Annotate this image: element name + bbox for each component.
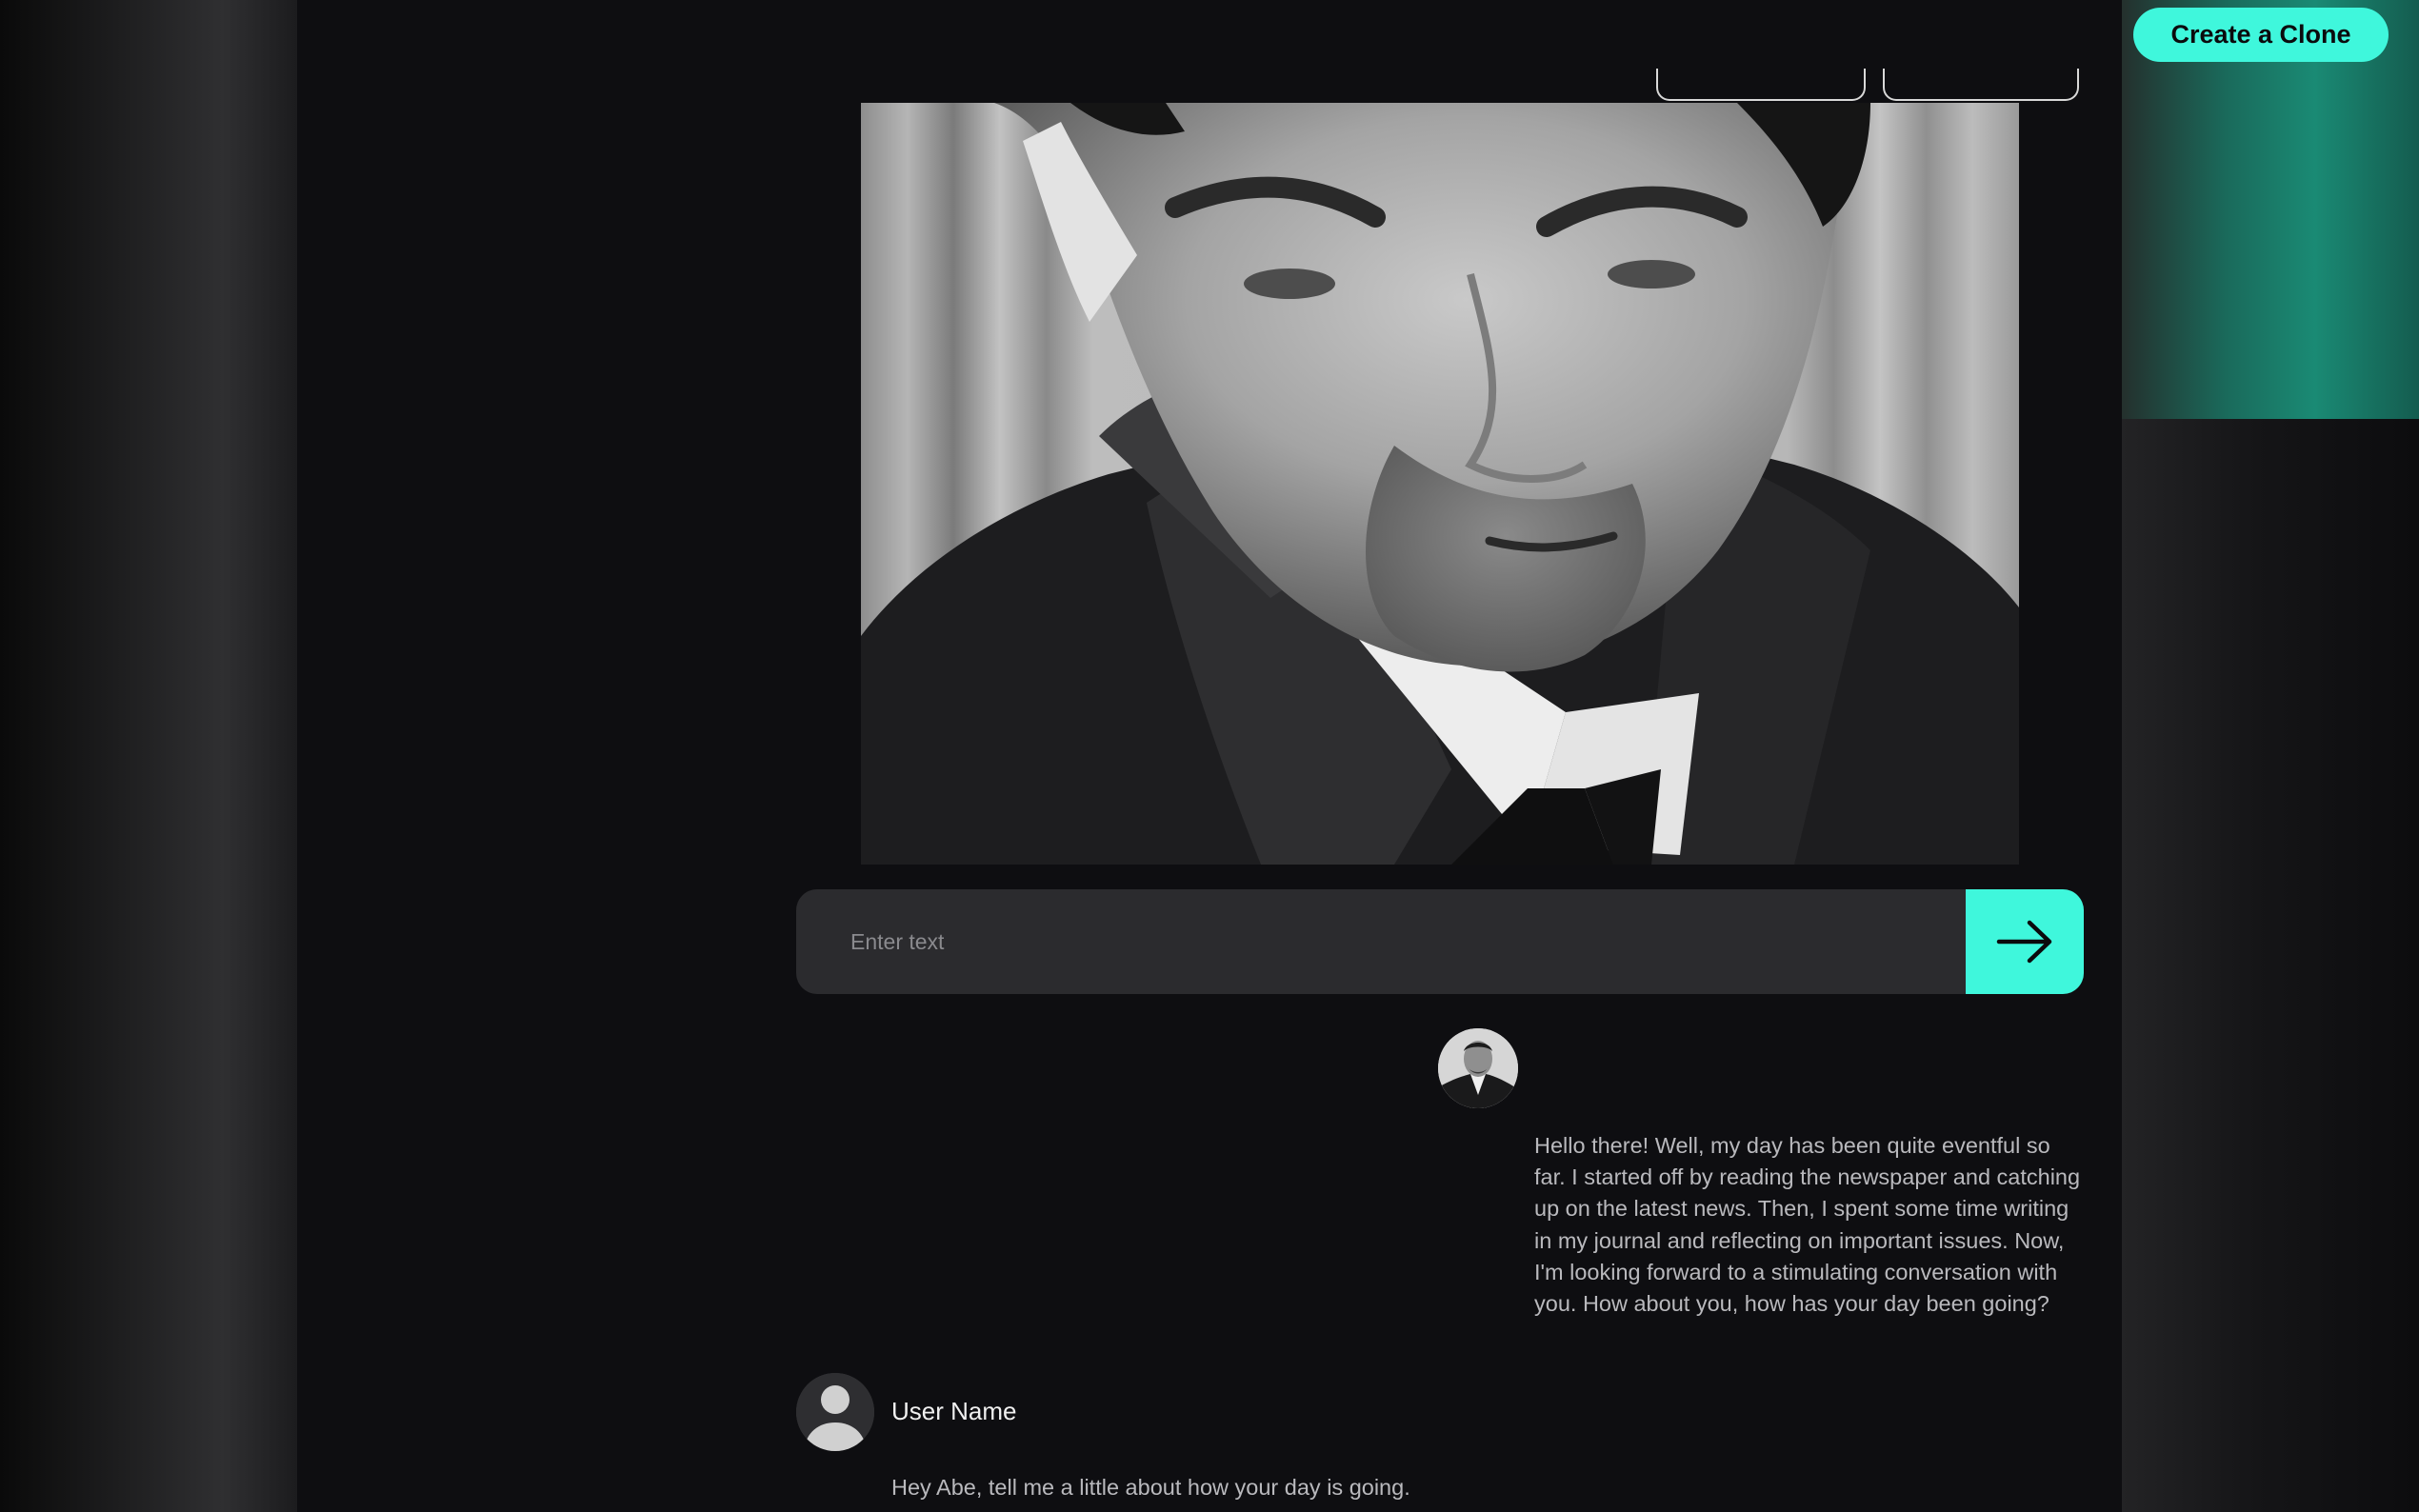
main-panel: Create a Clone Enter text Hello there! W… [297, 0, 2389, 1512]
right-backdrop [2122, 0, 2419, 1512]
create-clone-button[interactable]: Create a Clone [2133, 8, 2389, 62]
left-backdrop [0, 0, 297, 1512]
clone-avatar [1438, 1028, 1518, 1108]
message-composer [796, 889, 2084, 994]
message-input[interactable] [796, 889, 1966, 994]
user-name: User Name [891, 1397, 1017, 1425]
header-outline-button-2[interactable] [1883, 69, 2079, 101]
clone-portrait-image [861, 103, 2019, 865]
arrow-right-icon [1995, 919, 2054, 965]
user-message: Hey Abe, tell me a little about how your… [891, 1475, 1410, 1500]
app-stage: Create a Clone Enter text Hello there! W… [0, 0, 2419, 1512]
header-outline-button-1[interactable] [1656, 69, 1866, 101]
person-silhouette-icon [796, 1373, 874, 1451]
clone-message: Hello there! Well, my day has been quite… [1534, 1133, 2081, 1317]
send-button[interactable] [1966, 889, 2084, 994]
